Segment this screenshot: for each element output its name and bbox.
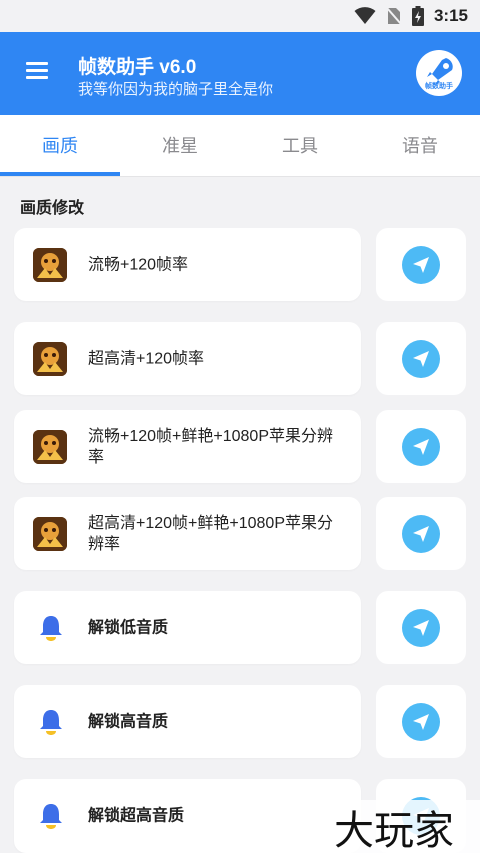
send-icon <box>402 339 440 378</box>
clock-time: 3:15 <box>433 6 468 25</box>
game-icon <box>33 429 67 464</box>
app-bar: 帧数助手 v6.0 我等你因为我的脑子里全是你 帧数助手 <box>0 32 480 115</box>
send-icon <box>402 514 440 553</box>
app-subtitle: 我等你因为我的脑子里全是你 <box>78 81 274 98</box>
game-icon <box>33 516 67 551</box>
bell-icon <box>40 709 62 735</box>
tab-tools[interactable]: 工具 <box>240 115 360 177</box>
logo-text: 帧数助手 <box>425 83 453 90</box>
app-title: 帧数助手 v6.0 <box>78 57 197 78</box>
bell-icon <box>40 615 62 641</box>
battery-charging-icon <box>411 6 424 26</box>
send-icon <box>402 702 440 741</box>
wifi-icon <box>354 7 376 24</box>
list-item[interactable]: 超高清+120帧率 <box>14 322 361 395</box>
apply-button[interactable] <box>376 591 466 664</box>
tab-bar: 画质 准星 工具 语音 <box>0 115 480 177</box>
watermark-logo: 大玩家 <box>330 800 480 853</box>
apply-button[interactable] <box>376 685 466 758</box>
app-logo[interactable]: 帧数助手 <box>416 50 462 96</box>
item-label: 流畅+120帧率 <box>88 256 189 273</box>
status-bar: 3:15 <box>0 0 480 32</box>
list-item[interactable]: 流畅+120帧率 <box>14 228 361 301</box>
tab-crosshair[interactable]: 准星 <box>120 115 240 177</box>
item-label: 解锁超高音质 <box>88 807 185 825</box>
item-label: 超高清+120帧+鲜艳+1080P苹果分辨率 <box>88 514 333 553</box>
watermark-text: 大玩家 <box>334 808 454 853</box>
apply-button[interactable] <box>376 228 466 301</box>
game-icon <box>33 341 67 376</box>
tab-voice[interactable]: 语音 <box>360 115 480 177</box>
apply-button[interactable] <box>376 497 466 570</box>
list-item[interactable]: 解锁低音质 <box>14 591 361 664</box>
send-icon <box>402 245 440 284</box>
item-label: 解锁高音质 <box>88 713 169 730</box>
item-label: 超高清+120帧率 <box>88 350 205 367</box>
tab-quality[interactable]: 画质 <box>0 115 120 177</box>
no-sim-icon <box>386 7 402 25</box>
item-label: 流畅+120帧+鲜艳+1080P苹果分辨率 <box>88 427 333 466</box>
apply-button[interactable] <box>376 410 466 483</box>
list-item[interactable]: 解锁超高音质 <box>14 779 361 853</box>
item-label: 解锁低音质 <box>88 619 169 636</box>
menu-icon[interactable] <box>26 62 48 80</box>
section-title: 画质修改 <box>20 200 85 217</box>
apply-button[interactable] <box>376 322 466 395</box>
tab-indicator <box>0 172 120 176</box>
game-icon <box>33 247 67 282</box>
send-icon <box>402 427 440 466</box>
list-item[interactable]: 流畅+120帧+鲜艳+1080P苹果分辨率 <box>14 410 361 483</box>
bell-icon <box>40 804 62 829</box>
list-item[interactable]: 解锁高音质 <box>14 685 361 758</box>
list-item[interactable]: 超高清+120帧+鲜艳+1080P苹果分辨率 <box>14 497 361 570</box>
send-icon <box>402 608 440 647</box>
